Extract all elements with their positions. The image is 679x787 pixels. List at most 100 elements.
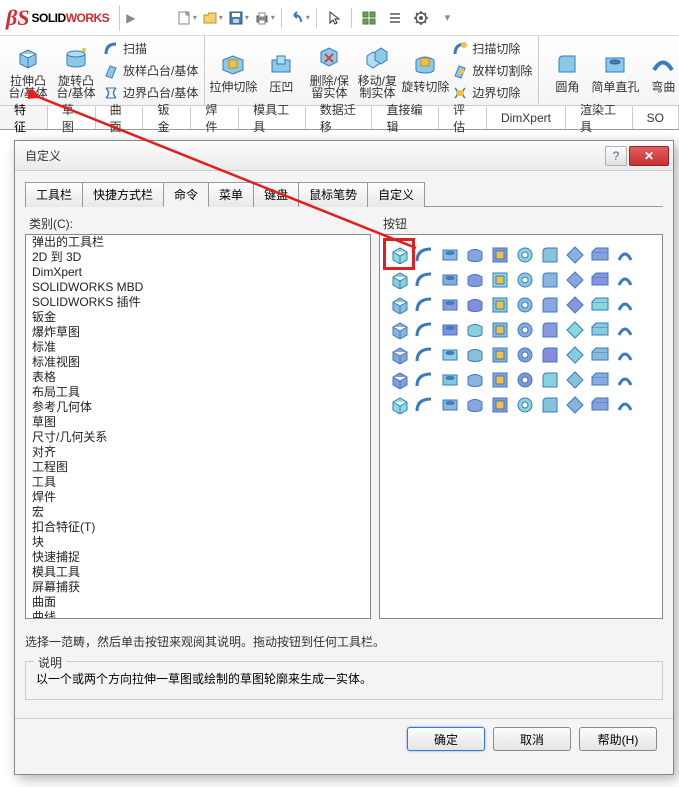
category-item[interactable]: 宏 <box>26 505 370 520</box>
cursor-button[interactable] <box>323 7 345 29</box>
feature-icon-button[interactable] <box>488 393 510 415</box>
feature-icon-button[interactable] <box>463 393 485 415</box>
category-item[interactable]: 尺寸/几何关系 <box>26 430 370 445</box>
bend-button[interactable]: 弯曲 <box>639 49 679 93</box>
feature-icon-button[interactable] <box>613 293 635 315</box>
tab-草图[interactable]: 草图 <box>48 106 96 129</box>
feature-icon-button[interactable] <box>438 393 460 415</box>
category-item[interactable]: 2D 到 3D <box>26 250 370 265</box>
more-button[interactable]: ▾ <box>436 7 458 29</box>
feature-icon-button[interactable] <box>438 268 460 290</box>
category-item[interactable]: 草图 <box>26 415 370 430</box>
category-item[interactable]: 扣合特征(T) <box>26 520 370 535</box>
dialog-tab-快捷方式栏[interactable]: 快捷方式栏 <box>82 182 164 207</box>
tab-DimXpert[interactable]: DimXpert <box>487 106 566 129</box>
undo-button[interactable] <box>288 7 310 29</box>
feature-icon-button[interactable] <box>388 343 410 365</box>
feature-icon-button[interactable] <box>613 343 635 365</box>
revolve-cut-button[interactable]: 旋转切除 <box>401 49 449 93</box>
category-item[interactable]: 快速捕捉 <box>26 550 370 565</box>
category-item[interactable]: 曲线 <box>26 610 370 619</box>
chevron-right-icon[interactable]: ▶ <box>126 11 135 25</box>
feature-icon-button[interactable] <box>488 268 510 290</box>
feature-icon-button[interactable] <box>438 368 460 390</box>
feature-icon-button[interactable] <box>388 368 410 390</box>
feature-icon-button[interactable] <box>413 393 435 415</box>
feature-icon-button[interactable] <box>388 393 410 415</box>
feature-icon-button[interactable] <box>563 293 585 315</box>
dialog-close-button[interactable]: ✕ <box>629 146 669 166</box>
feature-icon-button[interactable] <box>513 293 535 315</box>
feature-icon-button[interactable] <box>438 293 460 315</box>
boundary-button[interactable]: 边界凸台/基体 <box>100 83 200 103</box>
feature-icon-button[interactable] <box>588 318 610 340</box>
tab-数据迁移[interactable]: 数据迁移 <box>306 106 373 129</box>
dialog-help-button[interactable]: ? <box>605 146 627 166</box>
categories-listbox[interactable]: 弹出的工具栏2D 到 3DDimXpertSOLIDWORKS MBDSOLID… <box>25 234 371 619</box>
feature-icon-button[interactable] <box>563 268 585 290</box>
feature-icon-button[interactable] <box>438 318 460 340</box>
feature-icon-button[interactable] <box>413 368 435 390</box>
tab-特征[interactable]: 特征 <box>0 106 48 129</box>
feature-icon-button[interactable] <box>588 393 610 415</box>
feature-icon-button[interactable] <box>538 268 560 290</box>
settings-button[interactable] <box>410 7 432 29</box>
tab-焊件[interactable]: 焊件 <box>191 106 239 129</box>
feature-icon-button[interactable] <box>613 243 635 265</box>
feature-icon-button[interactable] <box>588 268 610 290</box>
feature-icon-button[interactable] <box>513 268 535 290</box>
feature-icon-button[interactable] <box>388 268 410 290</box>
feature-icon-button[interactable] <box>588 343 610 365</box>
category-item[interactable]: 弹出的工具栏 <box>26 235 370 250</box>
feature-icon-button[interactable] <box>463 318 485 340</box>
category-item[interactable]: 工具 <box>26 475 370 490</box>
feature-icon-button[interactable] <box>513 393 535 415</box>
category-item[interactable]: SOLIDWORKS MBD <box>26 280 370 295</box>
category-item[interactable]: 块 <box>26 535 370 550</box>
category-item[interactable]: 焊件 <box>26 490 370 505</box>
dialog-tab-菜单[interactable]: 菜单 <box>208 182 254 207</box>
revolve-boss-button[interactable]: 旋转凸台/基体 <box>52 43 100 99</box>
feature-icon-button[interactable] <box>538 393 560 415</box>
category-item[interactable]: DimXpert <box>26 265 370 280</box>
feature-icon-button[interactable] <box>463 243 485 265</box>
save-button[interactable] <box>227 7 249 29</box>
feature-icon-button[interactable] <box>613 393 635 415</box>
feature-icon-button[interactable] <box>538 368 560 390</box>
category-item[interactable]: 屏幕捕获 <box>26 580 370 595</box>
loft-button[interactable]: 放样凸台/基体 <box>100 61 200 81</box>
feature-icon-button[interactable] <box>588 368 610 390</box>
feature-icon-button[interactable] <box>488 243 510 265</box>
feature-icon-button[interactable] <box>513 368 535 390</box>
hole-button[interactable]: 简单直孔 <box>591 49 639 93</box>
sweep-cut-button[interactable]: 扫描切除 <box>449 39 534 59</box>
tab-模具工具[interactable]: 模具工具 <box>239 106 306 129</box>
help-button[interactable]: 帮助(H) <box>579 727 657 751</box>
indent-button[interactable]: 压凹 <box>257 49 305 93</box>
feature-icon-button[interactable] <box>488 343 510 365</box>
tab-SO[interactable]: SO <box>633 106 679 129</box>
feature-icon-button[interactable] <box>513 318 535 340</box>
dialog-tab-键盘[interactable]: 键盘 <box>253 182 299 207</box>
print-button[interactable] <box>253 7 275 29</box>
tab-曲面[interactable]: 曲面 <box>96 106 144 129</box>
feature-icon-button[interactable] <box>488 368 510 390</box>
feature-icon-button[interactable] <box>588 243 610 265</box>
new-file-button[interactable] <box>175 7 197 29</box>
tab-直接编辑[interactable]: 直接编辑 <box>372 106 439 129</box>
feature-icon-button[interactable] <box>388 318 410 340</box>
fillet-button[interactable]: 圆角 <box>543 49 591 93</box>
tab-渲染工具[interactable]: 渲染工具 <box>566 106 633 129</box>
cancel-button[interactable]: 取消 <box>493 727 571 751</box>
feature-icon-button[interactable] <box>488 318 510 340</box>
boundary-cut-button[interactable]: 边界切除 <box>449 83 534 103</box>
category-item[interactable]: 参考几何体 <box>26 400 370 415</box>
feature-icon-button[interactable] <box>513 343 535 365</box>
feature-icon-button[interactable] <box>613 368 635 390</box>
category-item[interactable]: 曲面 <box>26 595 370 610</box>
tab-评估[interactable]: 评估 <box>439 106 487 129</box>
move-body-button[interactable]: 移动/复制实体 <box>353 43 401 99</box>
feature-icon-button[interactable] <box>513 243 535 265</box>
category-item[interactable]: 表格 <box>26 370 370 385</box>
feature-icon-button[interactable] <box>538 318 560 340</box>
